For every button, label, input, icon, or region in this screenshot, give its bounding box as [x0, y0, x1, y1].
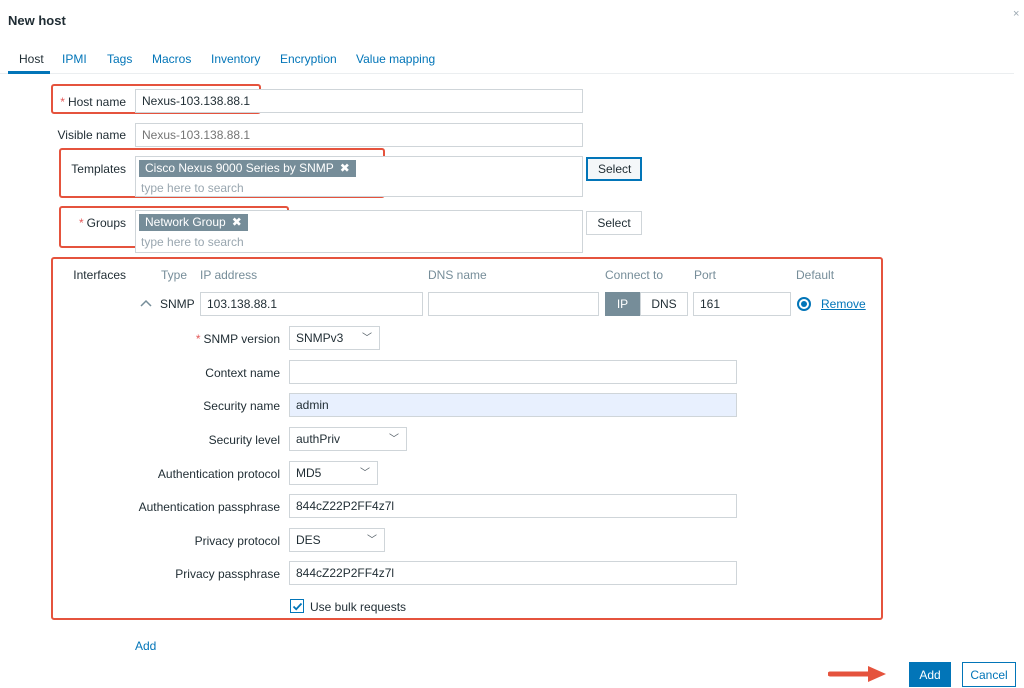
col-header-ip: IP address: [200, 268, 258, 282]
templates-select-button[interactable]: Select: [586, 157, 642, 181]
col-header-dns: DNS name: [428, 268, 487, 282]
security-level-label: Security level: [208, 433, 280, 447]
right-arrow-icon: [828, 666, 886, 682]
interface-type: SNMP: [160, 297, 195, 311]
auth-protocol-label: Authentication protocol: [157, 467, 280, 481]
active-tab-indicator: [8, 71, 50, 74]
auth-protocol-select[interactable]: MD5 ﹀: [289, 461, 378, 485]
interface-dns-input[interactable]: [428, 292, 599, 316]
tab-ipmi[interactable]: IPMI: [62, 52, 87, 66]
templates-label: Templates: [71, 162, 126, 176]
context-name-input[interactable]: [289, 360, 737, 384]
snmp-version-select[interactable]: SNMPv3 ﹀: [289, 326, 380, 350]
dialog-title: New host: [8, 13, 66, 28]
security-level-select[interactable]: authPriv ﹀: [289, 427, 407, 451]
group-chip: Network Group ✖: [139, 214, 248, 231]
visible-name-input[interactable]: [135, 123, 583, 147]
interfaces-label: Interfaces: [73, 268, 126, 282]
context-name-label: Context name: [205, 366, 280, 380]
checkmark-icon: [292, 602, 303, 611]
cancel-button[interactable]: Cancel: [962, 662, 1016, 687]
connect-dns-toggle[interactable]: DNS: [640, 292, 688, 316]
privacy-protocol-label: Privacy protocol: [194, 534, 280, 548]
tab-bar: Host IPMI Tags Macros Inventory Encrypti…: [0, 44, 1014, 74]
security-name-input[interactable]: [289, 393, 737, 417]
tab-encryption[interactable]: Encryption: [280, 52, 337, 66]
templates-multiselect[interactable]: Cisco Nexus 9000 Series by SNMP ✖ type he…: [135, 156, 583, 197]
interface-port-input[interactable]: [693, 292, 791, 316]
templates-search-input[interactable]: type here to search: [141, 181, 244, 195]
interface-ip-input[interactable]: [200, 292, 423, 316]
auth-passphrase-input[interactable]: [289, 494, 737, 518]
close-icon[interactable]: ×: [1013, 8, 1019, 20]
add-host-button[interactable]: Add: [909, 662, 951, 687]
remove-chip-icon[interactable]: ✖: [340, 161, 350, 175]
bulk-requests-label: Use bulk requests: [310, 600, 407, 614]
tab-value-mapping[interactable]: Value mapping: [356, 52, 435, 66]
privacy-passphrase-label: Privacy passphrase: [175, 567, 280, 581]
privacy-protocol-select[interactable]: DES ﹀: [289, 528, 385, 552]
groups-select-button[interactable]: Select: [586, 211, 642, 235]
privacy-passphrase-input[interactable]: [289, 561, 737, 585]
bulk-requests-checkbox[interactable]: [290, 599, 304, 613]
col-header-port: Port: [694, 268, 717, 282]
chevron-down-icon: ﹀: [389, 434, 399, 445]
add-interface-link[interactable]: Add: [135, 639, 156, 653]
tab-macros[interactable]: Macros: [152, 52, 191, 66]
tab-host[interactable]: Host: [19, 52, 44, 66]
connect-ip-toggle[interactable]: IP: [605, 292, 640, 316]
auth-passphrase-label: Authentication passphrase: [138, 500, 280, 514]
remove-interface-link[interactable]: Remove: [821, 297, 866, 311]
snmp-version-label: * SNMP version: [195, 332, 280, 346]
chevron-down-icon: ﹀: [367, 535, 377, 546]
groups-label: * Groups: [78, 216, 126, 230]
groups-multiselect[interactable]: Network Group ✖ type here to search: [135, 210, 583, 253]
visible-name-label: Visible name: [57, 128, 126, 142]
remove-chip-icon[interactable]: ✖: [232, 215, 242, 229]
security-name-label: Security name: [203, 399, 280, 413]
default-interface-radio[interactable]: [797, 297, 811, 311]
template-chip: Cisco Nexus 9000 Series by SNMP ✖: [139, 160, 356, 177]
chevron-down-icon: ﹀: [362, 333, 372, 344]
col-header-default: Default: [796, 268, 835, 282]
groups-search-input[interactable]: type here to search: [141, 235, 244, 249]
chevron-up-icon[interactable]: [140, 296, 152, 310]
col-header-connect: Connect to: [605, 268, 664, 282]
col-header-type: Type: [161, 268, 188, 282]
tab-inventory[interactable]: Inventory: [211, 52, 260, 66]
host-name-label: * Host name: [60, 95, 126, 109]
host-name-input[interactable]: [135, 89, 583, 113]
chevron-down-icon: ﹀: [360, 468, 370, 479]
tab-tags[interactable]: Tags: [107, 52, 132, 66]
